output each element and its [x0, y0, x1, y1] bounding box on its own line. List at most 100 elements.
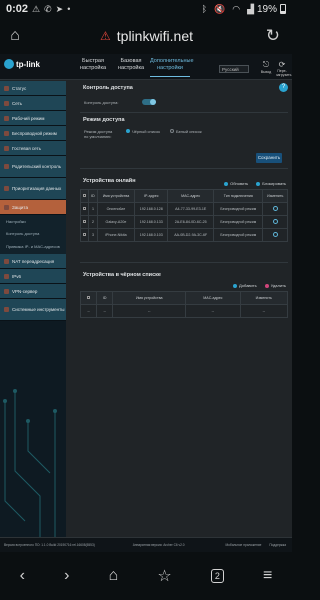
- add-button[interactable]: Добавить: [233, 283, 257, 288]
- radio-whitelist-label: Белый список: [175, 129, 202, 134]
- sidebar-item-status[interactable]: Статус: [0, 81, 66, 96]
- bluetooth-icon: ᛒ: [201, 4, 207, 14]
- home-nav-icon[interactable]: ⌂: [109, 567, 119, 585]
- sidebar-item-ipv6[interactable]: IPv6: [0, 269, 66, 284]
- forward-icon[interactable]: ›: [64, 567, 69, 585]
- access-mode-section: Режим доступа Режим доступа по умолчанию…: [80, 113, 288, 169]
- wireless-icon: [4, 130, 9, 136]
- router-header: tp-link Быстрая настройка Базовая настро…: [0, 54, 292, 80]
- sidebar-item-wireless[interactable]: Беспроводной режим: [0, 126, 66, 141]
- battery-percent: 19%: [256, 3, 277, 15]
- nat-icon: [4, 258, 9, 264]
- sidebar-item-qos[interactable]: Приоритизация данных: [0, 178, 66, 200]
- access-control-section: Контроль доступа ? Контроль доступа:: [80, 81, 288, 113]
- table-row: 1 Оnиeno6ze 192.168.0.128 A4-77-33-99-E3…: [79, 202, 288, 216]
- delete-icon: [264, 283, 269, 288]
- radio-whitelist[interactable]: [169, 129, 174, 133]
- dots-icon: •: [67, 4, 71, 14]
- reboot-icon: ⟳: [278, 60, 286, 69]
- col-id: ID: [96, 291, 114, 305]
- refresh-button[interactable]: Обновить: [224, 181, 248, 186]
- parental-icon: [4, 164, 9, 169]
- col-device-name: Имя устройства: [112, 291, 187, 305]
- delete-button[interactable]: Удалить: [264, 283, 286, 288]
- shield-icon: [4, 204, 9, 210]
- main-content: Контроль доступа ? Контроль доступа: Реж…: [79, 81, 289, 537]
- notification-icon: ⚠: [32, 3, 41, 14]
- access-control-title: Контроль доступа: [83, 85, 133, 91]
- tab-basic[interactable]: Базовая настройка: [114, 58, 148, 71]
- row-checkbox[interactable]: [79, 228, 90, 242]
- access-control-label: Контроль доступа:: [84, 99, 119, 105]
- block-row-icon[interactable]: [262, 228, 288, 242]
- support-link[interactable]: Поддержка: [269, 543, 286, 547]
- status-time: 0:02: [6, 3, 29, 15]
- table-row: -- -- -- -- --: [79, 304, 289, 318]
- mobile-app-link[interactable]: Мобильное приложение: [225, 543, 261, 547]
- sidebar-item-tools[interactable]: Системные инструменты: [0, 299, 66, 321]
- block-row-icon[interactable]: [262, 215, 288, 229]
- language-select[interactable]: Русский: [219, 65, 249, 73]
- select-all-checkbox[interactable]: [79, 189, 90, 203]
- tplink-logo: tp-link: [4, 59, 40, 69]
- url-text[interactable]: tplinkwifi.net: [117, 28, 193, 44]
- block-row-icon[interactable]: [262, 202, 288, 216]
- row-checkbox[interactable]: [79, 202, 90, 216]
- col-ip: IP-адрес: [134, 189, 169, 203]
- save-button[interactable]: Сохранить: [256, 153, 282, 163]
- select-all-checkbox[interactable]: [79, 291, 98, 305]
- tools-icon: [4, 307, 9, 312]
- add-icon: [233, 283, 238, 288]
- back-icon[interactable]: ‹: [20, 567, 25, 585]
- sidebar-item-security[interactable]: Защита: [0, 200, 66, 215]
- tab-advanced[interactable]: Дополнительные настройки: [150, 58, 194, 77]
- mode-icon: [4, 115, 9, 121]
- status-icon: [4, 85, 9, 91]
- sidebar-sub-access-control[interactable]: Контроль доступа: [0, 227, 66, 239]
- block-button[interactable]: Блокировать: [256, 181, 286, 186]
- logout-button[interactable]: ⎋ Выход: [260, 60, 272, 74]
- sidebar-item-vpn[interactable]: VPN-сервер: [0, 284, 66, 299]
- phone-screen: 0:02 ⚠ ✆ ➤ • ᛒ 🔇 ◠ ▟ 19% ⌂ ⚠ tplinkwifi.…: [0, 0, 292, 600]
- blacklist-table: ID Имя устройства MAC-адрес Изменить -- …: [79, 291, 289, 318]
- qos-icon: [4, 186, 9, 191]
- router-footer: Версия встроенного ПО: 1.1.0 Build 20190…: [0, 537, 292, 552]
- bookmark-icon[interactable]: ☆: [157, 566, 171, 586]
- browser-nav-bar: ‹ › ⌂ ☆ 2 ≡: [0, 552, 292, 600]
- sidebar-sub-settings[interactable]: Настройки: [0, 215, 66, 227]
- logout-icon: ⎋: [262, 60, 270, 69]
- table-row: 3 iPhone-Nikita 192.168.0.103 AA-0B-D2-9…: [79, 228, 288, 242]
- radio-blacklist-label: Чёрный список: [132, 129, 160, 134]
- col-mac: MAC-адрес: [167, 189, 215, 203]
- mute-icon: 🔇: [213, 3, 226, 14]
- online-devices-table: ID Имя устройства IP-адрес MAC-адрес Тип…: [79, 189, 288, 242]
- help-icon[interactable]: ?: [279, 83, 288, 92]
- row-checkbox[interactable]: [79, 215, 90, 229]
- tabs-button[interactable]: 2: [210, 569, 224, 583]
- online-devices-section: Устройства онлайн Обновить Блокировать I…: [79, 169, 288, 263]
- sidebar-item-nat[interactable]: NAT переадресация: [0, 254, 66, 269]
- col-device-name: Имя устройства: [96, 189, 136, 203]
- sidebar-sub-ip-mac[interactable]: Привязка IP- и MAC-адресов: [0, 239, 66, 254]
- radio-blacklist[interactable]: [126, 129, 130, 133]
- block-icon: [256, 181, 261, 186]
- vpn-icon: [4, 288, 9, 294]
- reboot-button[interactable]: ⟳ Пере-загрузить: [276, 60, 291, 77]
- router-page: tp-link Быстрая настройка Базовая настро…: [0, 54, 292, 552]
- sidebar-item-parental[interactable]: Родительский контроль: [0, 156, 66, 178]
- blacklist-section: Устройства в чёрном списке Добавить Удал…: [79, 263, 289, 333]
- status-bar: 0:02 ⚠ ✆ ➤ • ᛒ 🔇 ◠ ▟ 19%: [0, 0, 292, 18]
- default-mode-label: Режим доступа по умолчанию:: [84, 129, 113, 139]
- telegram-icon: ➤: [55, 3, 64, 14]
- access-control-toggle[interactable]: [142, 99, 157, 105]
- sidebar-item-mode[interactable]: Рабочий режим: [0, 111, 66, 126]
- menu-icon[interactable]: ≡: [263, 567, 272, 585]
- not-secure-icon[interactable]: ⚠: [100, 29, 111, 43]
- sidebar-item-network[interactable]: Сеть: [0, 96, 66, 111]
- tab-quick-setup[interactable]: Быстрая настройка: [76, 58, 110, 71]
- decorative-circuit-graphic: [3, 389, 57, 552]
- home-icon[interactable]: ⌂: [0, 27, 30, 45]
- sidebar-item-guest[interactable]: Гостевая сеть: [0, 141, 66, 156]
- ipv6-icon: [4, 273, 9, 279]
- reload-icon[interactable]: ↻: [266, 26, 280, 46]
